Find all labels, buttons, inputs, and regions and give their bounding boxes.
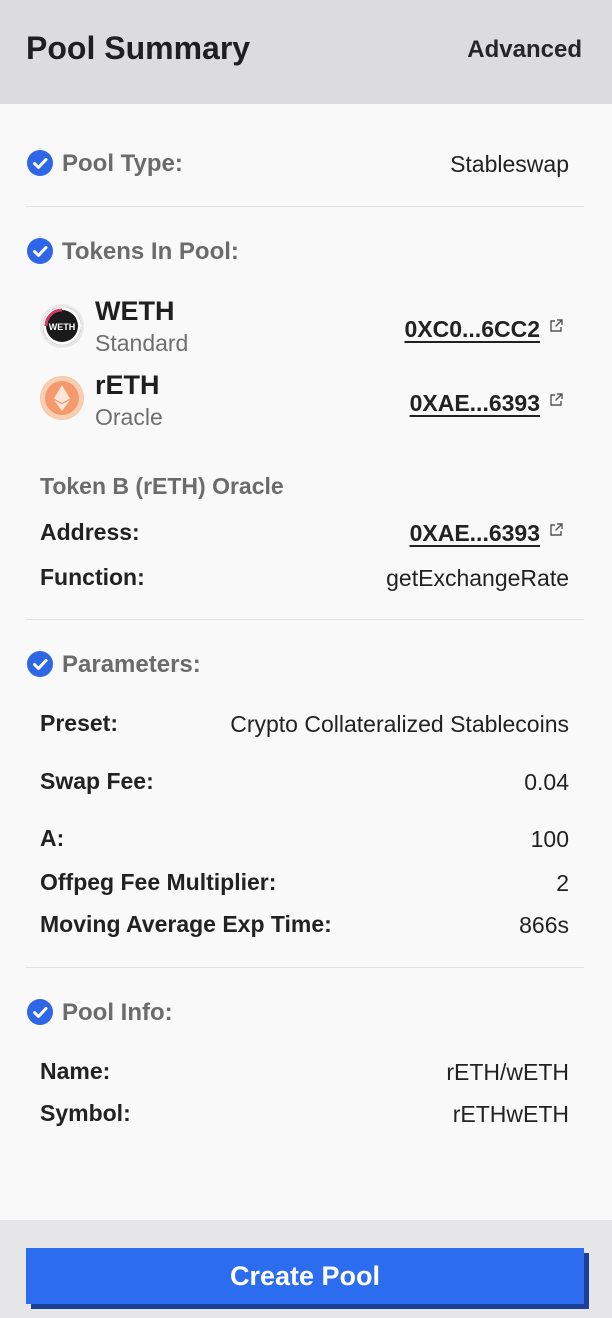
reth-logo-icon — [40, 376, 84, 420]
divider — [26, 967, 584, 968]
external-link-icon[interactable] — [548, 392, 564, 408]
pool-symbol-value: rETHwETH — [452, 1101, 569, 1127]
summary-panel: Pool Type: Stableswap Tokens In Pool: WE… — [0, 104, 612, 1220]
param-value: 2 — [556, 870, 569, 896]
param-label: Offpeg Fee Multiplier: — [40, 869, 277, 895]
external-link-icon[interactable] — [548, 318, 564, 334]
pool-symbol-label: Symbol: — [40, 1100, 131, 1126]
header: Pool Summary Advanced — [0, 0, 612, 104]
divider — [26, 619, 584, 620]
param-label: Moving Average Exp Time: — [40, 911, 332, 937]
create-pool-button[interactable]: Create Pool — [26, 1248, 584, 1304]
param-label: Preset: — [40, 710, 118, 736]
pool-name-value: rETH/wETH — [446, 1059, 569, 1085]
pool-info-title: Pool Info: — [62, 999, 173, 1026]
check-icon — [27, 238, 53, 264]
param-value: 0.04 — [524, 769, 569, 795]
token-address-link[interactable]: 0XAE...6393 — [410, 390, 540, 417]
pool-summary-page: Pool Summary Advanced Pool Type: Stables… — [0, 0, 612, 1318]
external-link-icon[interactable] — [548, 522, 564, 538]
divider — [26, 206, 584, 207]
param-value: 866s — [519, 912, 569, 938]
param-label: A: — [40, 825, 65, 851]
token-symbol: rETH — [95, 370, 160, 400]
check-icon — [27, 150, 53, 176]
check-icon — [27, 651, 53, 677]
pool-name-label: Name: — [40, 1058, 111, 1084]
token-type: Standard — [95, 330, 189, 356]
pool-type-value: Stableswap — [450, 151, 569, 177]
oracle-function-label: Function: — [40, 564, 145, 590]
page-title: Pool Summary — [26, 30, 251, 66]
token-symbol: WETH — [95, 296, 175, 326]
advanced-button[interactable]: Advanced — [467, 36, 582, 64]
pool-type-label: Pool Type: — [62, 150, 183, 177]
parameters-title: Parameters: — [62, 651, 201, 678]
weth-logo-icon: WETH — [40, 304, 84, 348]
svg-text:WETH: WETH — [49, 322, 76, 332]
oracle-title: Token B (rETH) Oracle — [40, 473, 284, 499]
token-type: Oracle — [95, 404, 163, 430]
oracle-function-value: getExchangeRate — [386, 565, 569, 591]
oracle-address-label: Address: — [40, 519, 140, 545]
check-icon — [27, 999, 53, 1025]
token-address-link[interactable]: 0XC0...6CC2 — [404, 316, 540, 343]
tokens-in-pool-title: Tokens In Pool: — [62, 238, 239, 265]
param-label: Swap Fee: — [40, 768, 154, 794]
param-value: Crypto Collateralized Stablecoins — [230, 711, 569, 737]
param-value: 100 — [530, 826, 569, 852]
oracle-address-link[interactable]: 0XAE...6393 — [410, 520, 540, 547]
footer: Create Pool — [0, 1220, 612, 1318]
